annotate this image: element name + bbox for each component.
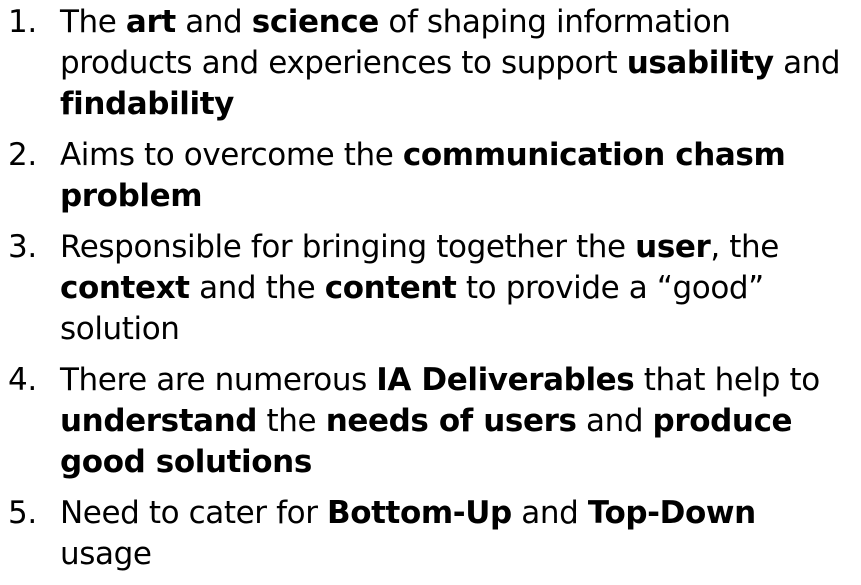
list-item-text: There are numerous IA Deliverables that …: [60, 362, 820, 480]
list-item: 3. Responsible for bringing together the…: [8, 227, 854, 350]
numbered-list: 1. The art and science of shaping inform…: [8, 2, 854, 585]
list-item-text: Responsible for bringing together the us…: [60, 229, 779, 347]
text-segment: There are numerous: [60, 362, 377, 398]
text-segment: Need to cater for: [60, 495, 327, 531]
text-segment: Aims to overcome the: [60, 137, 403, 173]
bold-segment: Top-Down: [587, 495, 756, 531]
text-segment: and: [511, 495, 588, 531]
text-segment: and: [773, 45, 841, 81]
bold-segment: needs of users: [325, 403, 577, 439]
text-segment: and the: [189, 270, 325, 306]
list-item-text: The art and science of shaping informati…: [60, 4, 841, 122]
bold-segment: art: [125, 4, 176, 40]
bold-segment: understand: [60, 403, 258, 439]
text-segment: that help to: [634, 362, 820, 398]
text-segment: The: [60, 4, 126, 40]
list-item-text: Aims to overcome the communication chasm…: [60, 137, 786, 214]
list-item-number: 5.: [8, 495, 37, 531]
bold-segment: Bottom-Up: [327, 495, 512, 531]
text-segment: the: [257, 403, 326, 439]
list-item-number: 3.: [8, 229, 37, 265]
list-item-number: 4.: [8, 362, 37, 398]
list-item: 5. Need to cater for Bottom-Up and Top-D…: [8, 493, 854, 575]
list-item: 2. Aims to overcome the communication ch…: [8, 135, 854, 217]
text-segment: Responsible for bringing together the: [60, 229, 636, 265]
bold-segment: science: [251, 4, 380, 40]
bold-segment: content: [324, 270, 457, 306]
text-segment: and: [175, 4, 252, 40]
bold-segment: IA Deliverables: [376, 362, 635, 398]
list-item-number: 1.: [8, 4, 37, 40]
list-item-number: 2.: [8, 137, 37, 173]
text-segment: , the: [710, 229, 779, 265]
text-segment: usage: [60, 536, 152, 572]
bold-segment: findability: [60, 86, 234, 122]
list-item: 4. There are numerous IA Deliverables th…: [8, 360, 854, 483]
list-item-text: Need to cater for Bottom-Up and Top-Down…: [60, 495, 756, 572]
text-segment: and: [576, 403, 653, 439]
bold-segment: context: [60, 270, 190, 306]
bold-segment: user: [635, 229, 711, 265]
list-item: 1. The art and science of shaping inform…: [8, 2, 854, 125]
bold-segment: usability: [626, 45, 774, 81]
